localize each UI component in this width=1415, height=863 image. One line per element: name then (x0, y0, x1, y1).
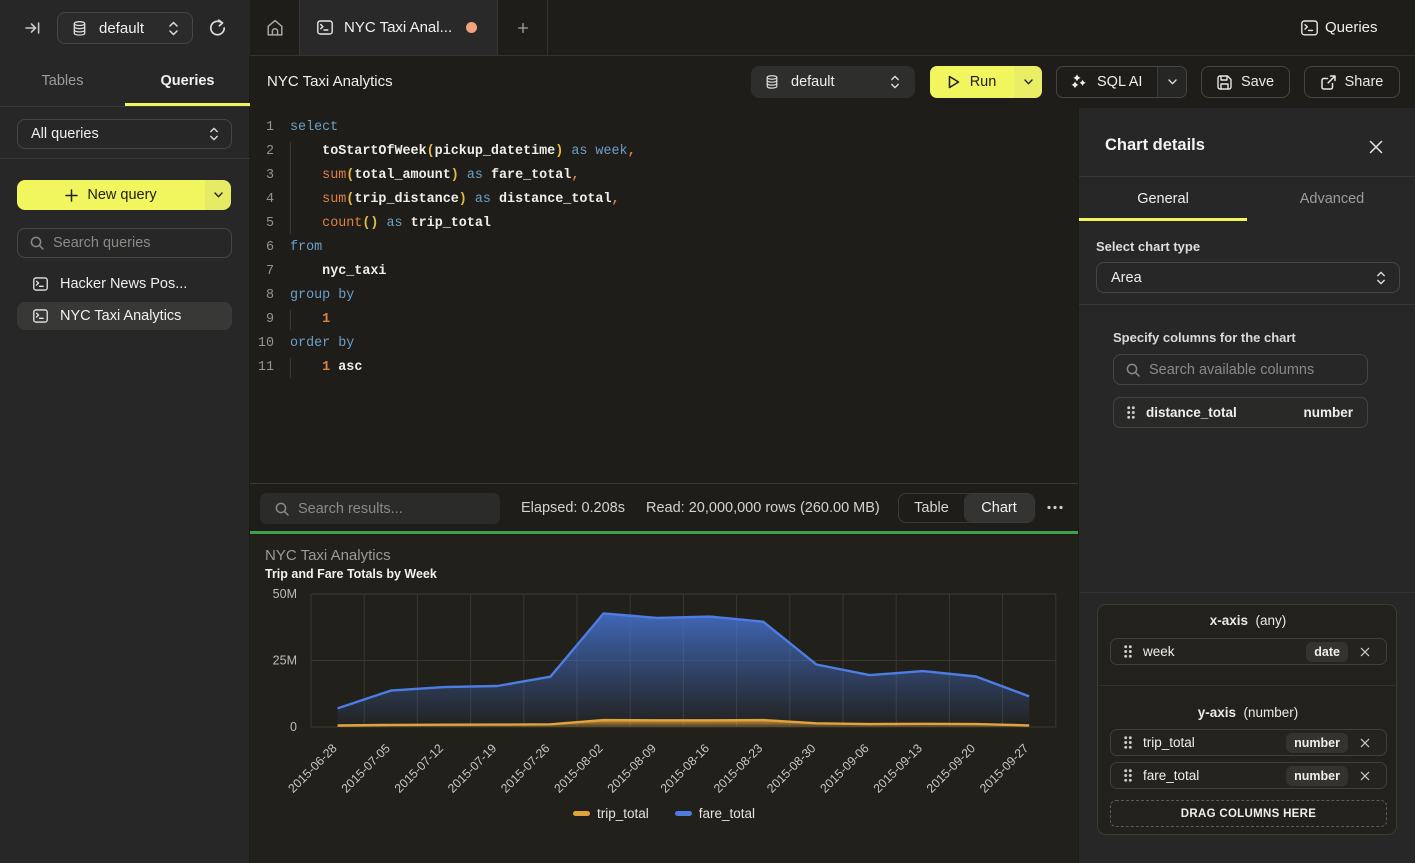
svg-text:2015-09-27: 2015-09-27 (977, 741, 1031, 795)
svg-text:2015-07-05: 2015-07-05 (339, 741, 393, 795)
svg-text:2015-08-16: 2015-08-16 (658, 741, 712, 795)
svg-text:2015-08-09: 2015-08-09 (605, 741, 659, 795)
svg-text:2015-07-12: 2015-07-12 (392, 741, 446, 795)
svg-text:2015-08-02: 2015-08-02 (551, 741, 605, 795)
svg-text:2015-09-06: 2015-09-06 (817, 741, 871, 795)
svg-text:2015-07-26: 2015-07-26 (498, 741, 552, 795)
svg-text:2015-08-30: 2015-08-30 (764, 741, 818, 795)
svg-text:2015-07-19: 2015-07-19 (445, 741, 499, 795)
svg-text:50M: 50M (273, 587, 297, 601)
svg-text:2015-09-13: 2015-09-13 (871, 741, 925, 795)
svg-text:2015-08-23: 2015-08-23 (711, 741, 765, 795)
svg-text:2015-06-28: 2015-06-28 (285, 741, 339, 795)
svg-text:25M: 25M (273, 654, 297, 668)
svg-text:2015-09-20: 2015-09-20 (924, 741, 978, 795)
svg-text:0: 0 (290, 720, 297, 734)
